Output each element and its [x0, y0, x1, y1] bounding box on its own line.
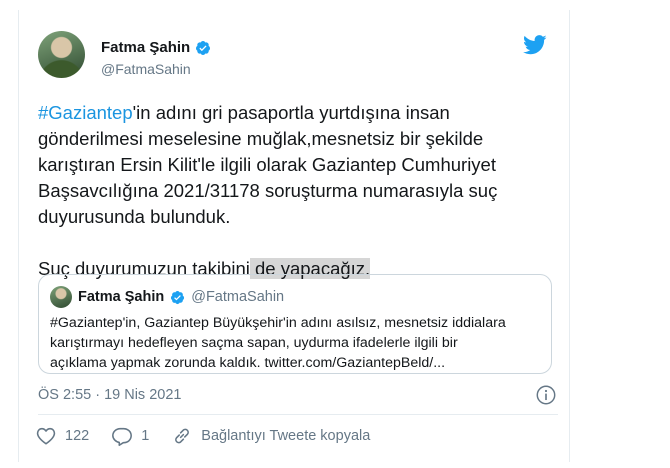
like-count: 122 — [65, 428, 90, 444]
quoted-tweet[interactable]: Fatma Şahin @FatmaSahin #Gaziantep'in, G… — [38, 274, 552, 374]
hashtag-link[interactable]: #Gaziantep — [38, 102, 133, 123]
tweet-line-3: karıştıran Ersin Kilit'le ilgili olarak … — [38, 154, 496, 175]
author-display-name[interactable]: Fatma Şahin — [101, 39, 190, 56]
tweet-line-1: #Gaziantep'in adını gri pasaportla yurtd… — [38, 100, 548, 126]
info-icon[interactable] — [535, 384, 557, 406]
quoted-author-name: Fatma Şahin — [78, 289, 165, 305]
twitter-bird-icon[interactable] — [523, 35, 547, 55]
reply-count: 1 — [141, 428, 150, 444]
copy-link-button[interactable]: Bağlantıyı Tweete kopyala — [171, 425, 370, 447]
heart-icon — [36, 427, 56, 445]
author-avatar[interactable] — [38, 31, 85, 78]
copy-link-label: Bağlantıyı Tweete kopyala — [201, 428, 371, 444]
tweet-line-1-text: 'in adını gri pasaportla yurtdışına insa… — [132, 102, 450, 123]
quoted-line-3: açıklama yapmak zorunda kaldık. twitter.… — [50, 355, 446, 371]
reply-button[interactable]: 1 — [111, 425, 149, 447]
author-name-row[interactable]: Fatma Şahin — [101, 39, 211, 56]
quoted-line-2: karıştırmayı hedefleyen saçma sapan, uyd… — [50, 335, 458, 351]
like-button[interactable]: 122 — [35, 425, 89, 447]
quoted-line-1: #Gaziantep'in, Gaziantep Büyükşehir'in a… — [50, 315, 506, 331]
tweet-line-4: Başsavcılığına 2021/31178 soruşturma num… — [38, 180, 498, 201]
quoted-tweet-body: #Gaziantep'in, Gaziantep Büyükşehir'in a… — [50, 313, 540, 373]
quoted-author-handle: @FatmaSahin — [191, 289, 285, 305]
tweet-card: Fatma Şahin @FatmaSahin #Gaziantep'in ad… — [18, 10, 570, 462]
divider — [38, 414, 558, 415]
tweet-actions: 122 1 Bağlantıyı Tweete kopyala — [35, 425, 392, 447]
author-handle[interactable]: @FatmaSahin — [101, 61, 191, 77]
quoted-author-avatar — [50, 286, 72, 308]
tweet-line-2: gönderilmesi meselesine muğlak,mesnetsiz… — [38, 128, 484, 149]
link-icon — [175, 428, 190, 444]
tweet-line-5: duyurusunda bulunduk. — [38, 206, 231, 227]
reply-icon — [112, 427, 133, 446]
tweet-body: #Gaziantep'in adını gri pasaportla yurtd… — [38, 100, 548, 282]
verified-badge-icon — [196, 40, 211, 55]
quoted-tweet-header: Fatma Şahin @FatmaSahin — [50, 286, 284, 308]
tweet-timestamp[interactable]: ÖS 2:55 · 19 Nis 2021 — [38, 387, 181, 403]
verified-badge-icon — [171, 290, 185, 304]
